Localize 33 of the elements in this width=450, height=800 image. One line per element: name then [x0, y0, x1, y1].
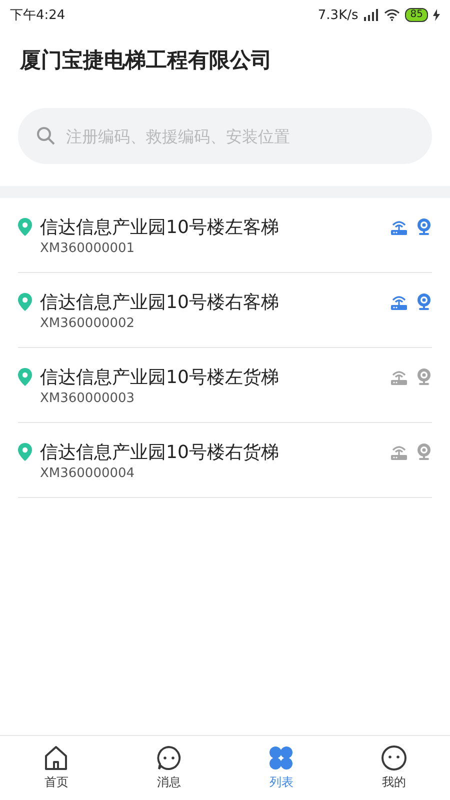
- elevator-name: 信达信息产业园10号楼左客梯: [40, 216, 280, 238]
- chat-icon: [156, 745, 182, 771]
- status-time: 下午4:24: [10, 7, 66, 24]
- home-icon: [43, 745, 70, 771]
- elevator-list-item[interactable]: 信达信息产业园10号楼左货梯 XM360000003: [18, 348, 432, 423]
- nav-tab[interactable]: 消息: [112, 736, 225, 800]
- elevator-list-item[interactable]: 信达信息产业园10号楼右货梯 XM360000004: [18, 423, 432, 498]
- elevator-code: XM360000002: [39, 316, 136, 330]
- signal-icon: [363, 9, 380, 21]
- location-pin-icon: [18, 292, 32, 310]
- search-field[interactable]: 注册编码、救援编码、安装位置: [18, 108, 432, 164]
- charging-icon: [433, 9, 440, 21]
- elevator-name: 信达信息产业园10号楼左货梯: [40, 366, 280, 388]
- elevator-code: XM360000003: [39, 390, 136, 406]
- search-icon: [36, 126, 56, 146]
- nav-tab[interactable]: 首页: [0, 736, 112, 800]
- face-icon: [380, 745, 407, 771]
- nav-tab[interactable]: 我的: [338, 736, 450, 800]
- network-speed: 7.3K/s: [318, 8, 358, 22]
- battery-indicator: 85: [405, 8, 428, 22]
- company-title: 厦门宝捷电梯工程有限公司: [20, 47, 273, 74]
- wifi-icon: [384, 9, 400, 21]
- location-pin-icon: [18, 368, 32, 386]
- nav-tab[interactable]: 列表: [225, 736, 338, 800]
- elevator-name: 信达信息产业园10号楼右客梯: [40, 290, 280, 314]
- elevator-code: XM360000001: [39, 240, 136, 256]
- elevator-name: 信达信息产业园10号楼右货梯: [40, 440, 280, 464]
- location-pin-icon: [18, 218, 32, 236]
- elevator-list-item[interactable]: 信达信息产业园10号楼右客梯 XM360000002: [18, 273, 432, 348]
- clover-icon: [268, 745, 294, 771]
- location-pin-icon: [18, 442, 32, 460]
- elevator-code: XM360000004: [39, 466, 136, 480]
- elevator-list-item[interactable]: 信达信息产业园10号楼左客梯 XM360000001: [18, 198, 432, 273]
